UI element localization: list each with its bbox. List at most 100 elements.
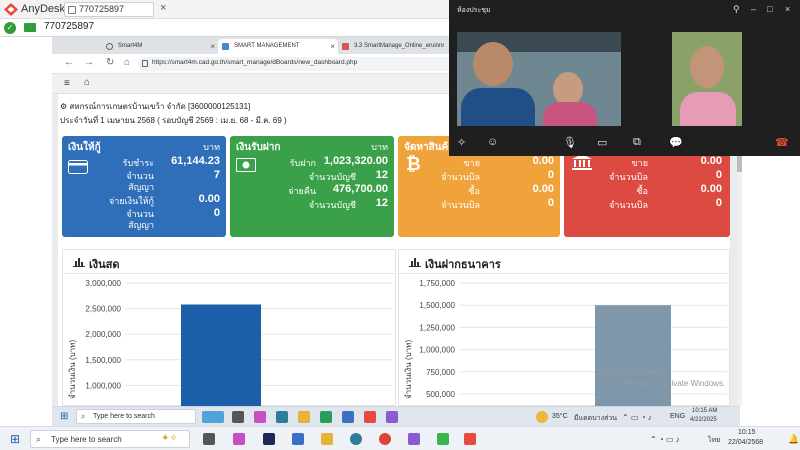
windows-start-icon[interactable]: ⊞ — [10, 432, 20, 446]
local-clock-date[interactable]: 22/04/2568 — [728, 439, 763, 446]
system-tray-icons[interactable]: ⌃ ▭ ◔ ♪ — [622, 413, 652, 422]
y-axis-label: จำนวนเงิน (บาท) — [404, 340, 413, 399]
supply-buy-value: 0.00 — [532, 183, 554, 195]
close-icon[interactable]: × — [785, 4, 790, 14]
task-view-icon[interactable] — [232, 411, 244, 423]
camera-icon[interactable]: ▭ — [597, 136, 607, 149]
local-clock-time[interactable]: 10:15 — [738, 429, 756, 436]
task-view-icon[interactable] — [203, 433, 215, 445]
browser-tab-smartmanage-online[interactable]: 3.3 SmartManage_Online_eruinnr — [338, 39, 450, 54]
y-tick-label: 3,000,000 — [85, 279, 121, 288]
back-arrow-icon[interactable]: ← — [64, 57, 74, 68]
edge-icon[interactable] — [350, 433, 362, 445]
y-tick-label: 1,000,000 — [85, 381, 121, 390]
search-icon: ⌕ — [81, 412, 86, 421]
anydesk-app-name: AnyDesk — [21, 3, 66, 15]
money-bill-icon — [236, 158, 256, 172]
anydesk-icon[interactable] — [464, 433, 476, 445]
bar-chart-icon — [73, 258, 85, 267]
share-screen-icon[interactable]: ⧉ — [633, 136, 641, 149]
supply-bills-value: 0 — [547, 169, 554, 181]
system-tray-icons[interactable]: ⌃ ◔ ▭ ♪ — [650, 435, 680, 444]
page-scrollbar[interactable] — [737, 156, 742, 406]
chrome-icon[interactable] — [320, 411, 332, 423]
anydesk-address-field[interactable]: 770725897 — [44, 21, 94, 32]
home-icon[interactable]: ⌂ — [124, 57, 130, 68]
language-indicator[interactable]: ไทย — [708, 435, 720, 446]
browser-tab-label: Smart4M — [118, 43, 143, 49]
remote-monitor-icon[interactable] — [24, 23, 36, 32]
outlook-icon[interactable] — [342, 411, 354, 423]
microphone-icon[interactable]: 🎙 — [563, 136, 577, 149]
close-tab-icon[interactable]: × — [160, 2, 166, 14]
loan-receive-label: รับชำระ — [122, 158, 154, 168]
url-bar[interactable]: https://smart4m.cad.go.th/smart_manage/d… — [138, 57, 452, 71]
panel-title: เงินฝากธนาคาร — [425, 259, 501, 271]
search-placeholder: Type here to search — [93, 413, 155, 420]
chat-icon[interactable]: 💬 — [669, 136, 683, 149]
market-buy-label: ซื้อ — [636, 186, 648, 196]
scrollbar-thumb[interactable] — [737, 156, 742, 172]
close-icon[interactable]: × — [330, 39, 335, 54]
remote-search-box[interactable]: ⌕ Type here to search — [76, 409, 196, 424]
browser-tab-smart-management[interactable]: SMART MANAGEMENT × — [218, 39, 338, 54]
copilot-icon[interactable] — [254, 411, 266, 423]
supply-bills-label: จำนวนบิล — [441, 172, 480, 182]
meeting-title: ห้องประชุม — [457, 7, 491, 14]
folder-icon[interactable] — [298, 411, 310, 423]
deposit-accounts2-value: 12 — [375, 197, 388, 209]
edge-icon[interactable] — [276, 411, 288, 423]
bitcoin-icon: ₿ — [406, 154, 421, 174]
local-search-box[interactable]: ⌕ Type here to search ✦✧ — [30, 430, 190, 448]
participant-video-tile[interactable] — [672, 32, 742, 126]
app-icon[interactable] — [386, 411, 398, 423]
outlook-icon[interactable] — [292, 433, 304, 445]
y-tick-label: 1,500,000 — [85, 356, 121, 365]
weather-desc: มีแดดบางส่วน — [574, 415, 617, 422]
copilot-icon[interactable] — [233, 433, 245, 445]
browser-tabstrip: Smart4M × SMART MANAGEMENT × 3.3 SmartMa… — [52, 37, 452, 54]
windows-start-icon[interactable]: ⊞ — [60, 411, 68, 422]
cooperative-title: ⚙ สหกรณ์การเกษตรบ้านเขว้า จำกัด [3600000… — [60, 100, 250, 113]
notification-icon[interactable]: 🔔 — [788, 434, 799, 445]
folder-icon[interactable] — [321, 433, 333, 445]
panel-header: เงินฝากธนาคาร — [399, 250, 729, 274]
anydesk-session-tab[interactable]: 770725897 — [64, 2, 154, 17]
chrome-icon[interactable] — [379, 433, 391, 445]
url-text[interactable]: https://smart4m.cad.go.th/smart_manage/d… — [152, 59, 357, 66]
anydesk-icon[interactable] — [364, 411, 376, 423]
photoshop-icon[interactable] — [263, 433, 275, 445]
home-icon[interactable]: ⌂ — [84, 77, 90, 88]
weather-widget-icon[interactable] — [202, 411, 224, 423]
emoji-icon[interactable]: ☺ — [487, 136, 498, 148]
hang-up-icon[interactable]: ☎ — [775, 136, 789, 149]
deposit-payout-value: 476,700.00 — [332, 183, 388, 195]
loan-count2-value: 0 — [213, 207, 220, 219]
card-loan: เงินให้กู้ บาท รับชำระ 61,144.23 จำนวน ส… — [62, 136, 226, 237]
forward-arrow-icon[interactable]: → — [84, 57, 94, 68]
market-bills-label: จำนวนบิล — [609, 172, 648, 182]
loan-receive-value: 61,144.23 — [171, 155, 220, 167]
close-icon[interactable]: × — [210, 39, 215, 54]
maximize-icon[interactable]: □ — [767, 4, 772, 14]
deposit-accounts2-label: จำนวนบัญชี — [308, 200, 356, 210]
activate-windows-title: Activate Windows — [599, 368, 663, 377]
y-tick-label: 500,000 — [426, 390, 455, 399]
remote-clock-date[interactable]: 4/22/2025 — [690, 417, 717, 423]
participant-video-tile[interactable] — [457, 32, 621, 126]
activate-windows-subtitle: Go to Settings to activate Windows. — [599, 379, 726, 388]
line-app-icon[interactable] — [437, 433, 449, 445]
language-indicator[interactable]: ENG — [670, 413, 685, 420]
app-icon[interactable] — [408, 433, 420, 445]
reload-icon[interactable]: ↻ — [106, 57, 114, 68]
supply-buy-label: ซื้อ — [468, 186, 480, 196]
y-tick-label: 1,750,000 — [419, 279, 455, 288]
pin-icon[interactable]: ⚲ — [733, 4, 740, 15]
hamburger-menu-icon[interactable]: ≡ — [64, 78, 70, 89]
remote-clock-time[interactable]: 10:15 AM — [692, 408, 717, 414]
panel-title: เงินสด — [89, 259, 120, 271]
minimize-icon[interactable]: – — [751, 4, 756, 14]
browser-tab-smart4m[interactable]: Smart4M × — [102, 39, 218, 54]
effects-icon[interactable]: ✧ — [457, 136, 466, 149]
users-icon: ⚙ — [60, 102, 70, 111]
